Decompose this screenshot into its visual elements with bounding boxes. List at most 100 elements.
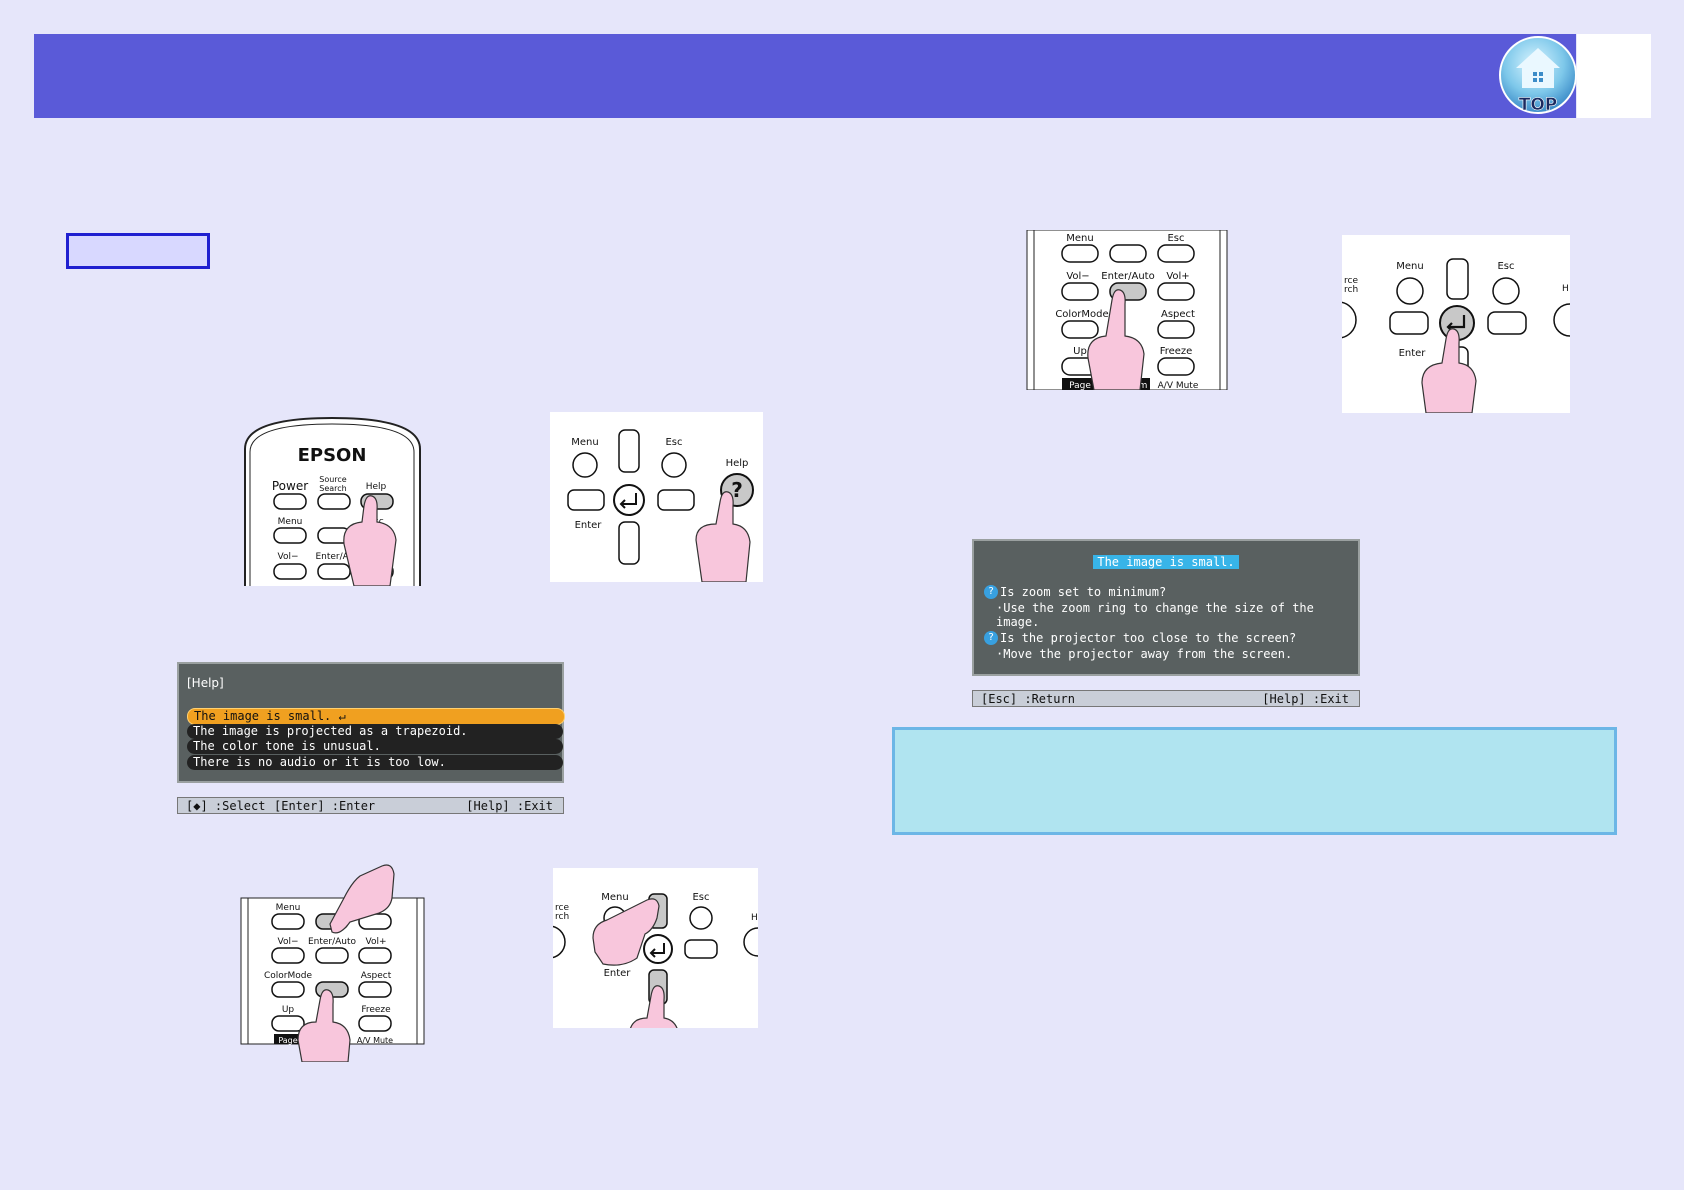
svg-text:H: H <box>1562 284 1569 294</box>
question-icon: ? <box>984 631 998 645</box>
keystone-up-button[interactable] <box>618 429 640 473</box>
panel-enter-illustration: rce rch Menu Esc H Enter <box>1342 235 1570 413</box>
top-button[interactable]: TOP <box>1498 36 1578 116</box>
menu-button[interactable] <box>271 913 305 930</box>
svg-text:A/V Mute: A/V Mute <box>357 1036 393 1045</box>
pointing-finger-icon <box>1421 328 1477 413</box>
vol-down-button[interactable] <box>1061 282 1099 301</box>
svg-text:Menu: Menu <box>278 517 303 527</box>
svg-text:Aspect: Aspect <box>1161 309 1195 320</box>
top-label: TOP <box>1519 95 1558 115</box>
help-detail-statusbar: [Esc] :Return [Help] :Exit <box>972 690 1360 707</box>
color-mode-button[interactable] <box>1061 320 1099 339</box>
freeze-button[interactable] <box>1157 357 1195 376</box>
svg-text:Menu: Menu <box>1066 233 1093 244</box>
svg-text:Menu: Menu <box>571 437 598 448</box>
svg-text:Enter: Enter <box>575 520 603 531</box>
svg-text:Help: Help <box>726 458 749 469</box>
page-header <box>34 34 1576 118</box>
svg-text:ColorMode: ColorMode <box>1055 309 1108 320</box>
help-answer: ·Use the zoom ring to change the size of… <box>996 601 1314 629</box>
svg-text:Freeze: Freeze <box>361 1005 391 1015</box>
svg-text:Enter/Auto: Enter/Auto <box>308 937 357 947</box>
freeze-button[interactable] <box>358 1015 392 1032</box>
svg-text:Up: Up <box>1073 346 1087 357</box>
help-button[interactable] <box>1553 303 1570 337</box>
help-menu-screen: [Help] The image is small. ↵ The image i… <box>177 662 565 783</box>
menu-button[interactable] <box>572 452 598 478</box>
svg-text:Esc: Esc <box>692 892 709 903</box>
vol-down-button[interactable] <box>273 563 307 580</box>
svg-text:Esc: Esc <box>1497 261 1514 272</box>
source-search-button[interactable] <box>1342 301 1357 339</box>
svg-text:Help: Help <box>366 482 387 492</box>
menu-button[interactable] <box>1396 277 1424 305</box>
remote-enter-illustration: Menu Esc Vol− Enter/Auto Vol+ ColorMode … <box>1026 229 1228 391</box>
esc-button[interactable] <box>661 452 687 478</box>
svg-text:Aspect: Aspect <box>361 971 392 981</box>
esc-button[interactable] <box>689 906 713 930</box>
svg-text:Menu: Menu <box>276 903 301 913</box>
menu-button[interactable] <box>1061 244 1099 263</box>
source-search-button[interactable] <box>317 493 351 510</box>
power-button[interactable] <box>273 493 307 510</box>
help-detail-screen: The image is small. ? Is zoom set to min… <box>972 539 1360 676</box>
enter-button[interactable] <box>643 934 673 964</box>
vol-down-button[interactable] <box>271 947 305 964</box>
svg-text:Esc: Esc <box>665 437 682 448</box>
keystone-up-button[interactable] <box>1446 258 1469 300</box>
help-menu-title: [Help] <box>187 676 224 690</box>
question-icon: ? <box>984 585 998 599</box>
aspect-button[interactable] <box>1157 320 1195 339</box>
svg-text:Freeze: Freeze <box>1160 346 1193 357</box>
page-up-button[interactable] <box>271 1015 305 1032</box>
source-search-button[interactable] <box>553 925 566 959</box>
vol-up-button[interactable] <box>358 947 392 964</box>
esc-button[interactable] <box>1157 244 1195 263</box>
svg-text:Vol+: Vol+ <box>1166 271 1189 282</box>
pointing-finger-down-icon <box>629 985 678 1028</box>
help-item[interactable]: The image is projected as a trapezoid. <box>187 724 563 739</box>
help-detail-title: The image is small. <box>1093 555 1239 569</box>
svg-text:Source: Source <box>319 475 347 484</box>
enter-button[interactable] <box>317 563 351 580</box>
enter-arrow-icon: ↵ <box>338 709 346 723</box>
svg-text:rch: rch <box>555 912 569 922</box>
esc-button[interactable] <box>1492 277 1520 305</box>
enter-button[interactable] <box>613 484 645 516</box>
enter-button[interactable] <box>315 947 349 964</box>
svg-text:Menu: Menu <box>1396 261 1423 272</box>
panel-help-illustration: Menu Esc Help Enter ? <box>550 412 763 582</box>
help-menu-statusbar: [◆] :Select [Enter] :Enter [Help] :Exit <box>177 797 564 814</box>
color-mode-button[interactable] <box>271 981 305 998</box>
volume-down-button[interactable] <box>567 489 605 511</box>
svg-text:Vol−: Vol− <box>1066 271 1089 282</box>
up-button[interactable] <box>1109 244 1147 263</box>
header-corner <box>1577 34 1651 118</box>
svg-text:Esc: Esc <box>1167 233 1184 244</box>
help-item[interactable]: The color tone is unusual. <box>187 739 563 754</box>
svg-text:Enter/Auto: Enter/Auto <box>1101 271 1154 282</box>
volume-up-button[interactable] <box>684 939 718 959</box>
help-button[interactable] <box>743 927 758 957</box>
volume-down-button[interactable] <box>1389 311 1429 335</box>
svg-text:ColorMode: ColorMode <box>264 971 312 981</box>
procedure-label-box <box>66 233 210 269</box>
keystone-down-button[interactable] <box>618 521 640 565</box>
svg-text:Menu: Menu <box>601 892 628 903</box>
help-item-selected[interactable]: The image is small. ↵ <box>187 708 565 725</box>
tip-box <box>892 727 1617 835</box>
aspect-button[interactable] <box>358 981 392 998</box>
volume-up-button[interactable] <box>1487 311 1527 335</box>
help-item[interactable]: There is no audio or it is too low. <box>187 755 563 770</box>
svg-text:Power: Power <box>272 479 308 493</box>
remote-select-illustration: Menu Vol− Enter/Auto Vol+ ColorMode Aspe… <box>240 862 425 1063</box>
svg-text:Up: Up <box>282 1005 295 1015</box>
svg-text:rch: rch <box>1344 285 1358 295</box>
svg-text:H: H <box>751 913 758 923</box>
vol-up-button[interactable] <box>1157 282 1195 301</box>
help-answer: ·Move the projector away from the screen… <box>996 647 1293 661</box>
menu-button[interactable] <box>273 527 307 544</box>
svg-text:Search: Search <box>319 484 346 493</box>
volume-up-button[interactable] <box>657 489 695 511</box>
